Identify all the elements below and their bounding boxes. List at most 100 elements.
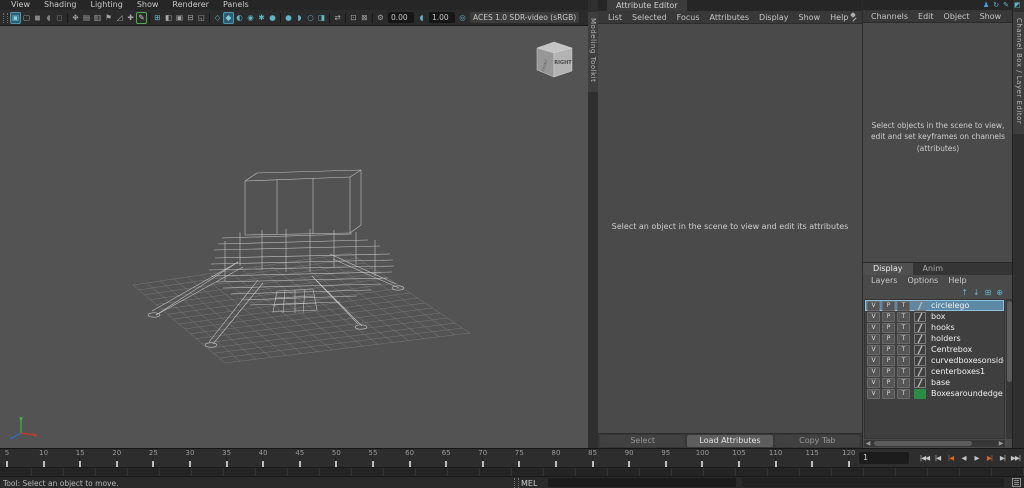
layer-editor-menu-options[interactable]: Options [902,276,943,285]
lighting-display-icon[interactable]: ◉ [245,12,256,24]
move-layer-down-icon[interactable]: ↓ [973,288,980,297]
script-editor-icon[interactable] [1012,478,1021,487]
outliner-layout-icon[interactable]: ◱ [196,12,207,24]
select-button[interactable]: Select [600,435,685,447]
play-backwards-button[interactable]: ◀ [957,449,970,467]
create-layer-from-selected-icon[interactable]: ⊕ [996,288,1003,297]
scroll-left-arrow-icon[interactable]: ◀ [864,440,872,447]
two-pane-layout-icon[interactable]: ◧ [163,12,174,24]
attribute-editor-menu-focus[interactable]: Focus [672,13,705,22]
display-settings-gear-icon[interactable]: ⚙ [375,12,386,24]
layer-editor-menu-layers[interactable]: Layers [866,276,902,285]
layer-toggle-p[interactable]: P [882,312,895,322]
modeling-toolkit-tab[interactable]: Modeling Toolkit [588,12,598,92]
color-management-icon[interactable]: ◨ [316,12,327,24]
layer-toggle-v[interactable]: V [867,378,880,388]
viewport-menu-lighting[interactable]: Lighting [83,0,129,10]
layer-toggle-p[interactable]: P [882,301,895,311]
layer-toggle-v[interactable]: V [867,389,880,399]
three-pane-layout-icon[interactable]: ▣ [174,12,185,24]
step-forward-frame-button[interactable]: ▶| [996,449,1009,467]
layer-color-swatch[interactable] [914,367,926,377]
viewport-menu-shading[interactable]: Shading [37,0,84,10]
step-forward-key-button[interactable]: ▶| [983,449,996,467]
viewport-menu-show[interactable]: Show [130,0,166,10]
layer-toggle-p[interactable]: P [882,323,895,333]
move-layer-up-icon[interactable]: ↑ [961,288,968,297]
go-to-end-button[interactable]: ▶▶| [1009,449,1022,467]
image-plane-icon[interactable]: ◻ [54,12,65,24]
attribute-editor-menu-help[interactable]: Help [825,13,853,22]
attribute-editor-menu-display[interactable]: Display [754,13,794,22]
pencil-slider-icon[interactable]: ✎ [1003,0,1009,10]
view-cube[interactable]: RIGHT FRONT [533,38,577,80]
mel-label[interactable]: MEL [521,479,537,488]
layer-toggle-p[interactable]: P [882,356,895,366]
shadows-display-icon[interactable]: ✱ [256,12,267,24]
step-back-key-button[interactable]: |◀ [944,449,957,467]
lock-camera-icon[interactable]: ▢ [21,12,32,24]
layer-row[interactable]: VPTCentrebox [865,344,1004,355]
single-pane-layout-icon[interactable]: ⊞ [152,12,163,24]
layer-color-swatch[interactable] [914,334,926,344]
channel-box-menu-object[interactable]: Object [939,12,975,21]
layer-toggle-v[interactable]: V [867,334,880,344]
layer-toggle-t[interactable]: T [897,301,910,311]
layer-toggle-t[interactable]: T [897,312,910,322]
go-to-start-button[interactable]: |◀◀ [918,449,931,467]
layer-toggle-p[interactable]: P [882,334,895,344]
select-camera-icon[interactable]: ▣ [10,12,21,24]
load-attributes-button[interactable]: Load Attributes [687,435,772,447]
attribute-editor-title-tab[interactable]: Attribute Editor [607,0,687,11]
layer-row[interactable]: VPThooks [865,322,1004,333]
time-slider[interactable]: 5101520253035404550556065707580859095100… [0,448,857,468]
layer-editor-menu-help[interactable]: Help [943,276,971,285]
resolution-gate-icon[interactable]: ▥ [92,12,103,24]
bookmark-view-icon[interactable]: ⊠ [359,12,370,24]
layer-row[interactable]: VPTcenterboxes1 [865,366,1004,377]
snapshot-icon[interactable]: ⊡ [348,12,359,24]
attribute-editor-menu-selected[interactable]: Selected [627,13,672,22]
layer-editor-tab-display[interactable]: Display [863,263,913,275]
channel-box-menu-show[interactable]: Show [975,12,1007,21]
play-forwards-button[interactable]: ▶ [970,449,983,467]
layer-toggle-v[interactable]: V [867,367,880,377]
layer-toggle-t[interactable]: T [897,367,910,377]
viewport-canvas[interactable]: RIGHT FRONT [0,26,588,448]
attribute-editor-menu-list[interactable]: List [603,13,627,22]
film-gate-icon[interactable]: ▤ [81,12,92,24]
channel-box-layer-editor-tab[interactable]: Channel Box / Layer Editor [1013,12,1024,134]
wireframe-lander-model[interactable] [0,26,588,449]
scroll-right-arrow-icon[interactable]: ▶ [997,440,1005,447]
layer-row[interactable]: VPTbox [865,311,1004,322]
attribute-editor-menu-attributes[interactable]: Attributes [705,13,755,22]
layer-toggle-p[interactable]: P [882,378,895,388]
layer-toggle-t[interactable]: T [897,356,910,366]
recycle-icon[interactable]: ↻ [993,0,999,10]
layer-row[interactable]: VPTcirclelego [865,300,1004,311]
layer-color-swatch[interactable] [914,301,926,311]
gamma-icon[interactable]: ○ [305,12,316,24]
layer-toggle-t[interactable]: T [897,334,910,344]
layer-toggle-p[interactable]: P [882,345,895,355]
channel-box-menu-channels[interactable]: Channels [866,12,913,21]
wireframe-display-icon[interactable]: ◇ [212,12,223,24]
layer-color-swatch[interactable] [914,356,926,366]
layer-toggle-p[interactable]: P [882,389,895,399]
view-cube-front-face-label[interactable]: RIGHT [554,60,572,66]
four-pane-layout-icon[interactable]: ⊟ [185,12,196,24]
exposure-field[interactable]: 0.00 [388,12,414,23]
mel-command-input[interactable] [548,478,736,487]
pin-icon[interactable] [853,13,857,22]
layer-toggle-t[interactable]: T [897,389,910,399]
contrast-icon[interactable]: ◗ [294,12,305,24]
view-transform-icon[interactable]: ◎ [457,12,468,24]
safe-action-icon[interactable]: ✚ [125,12,136,24]
textured-display-icon[interactable]: ◐ [234,12,245,24]
two-d-pan-zoom-icon[interactable]: ✥ [70,12,81,24]
layer-toggle-v[interactable]: V [867,323,880,333]
field-chart-icon[interactable]: ◿ [114,12,125,24]
layer-row[interactable]: VPTbase [865,377,1004,388]
layer-color-swatch[interactable] [914,345,926,355]
view-transform-dropdown[interactable]: ACES 1.0 SDR-video (sRGB) [470,12,579,23]
